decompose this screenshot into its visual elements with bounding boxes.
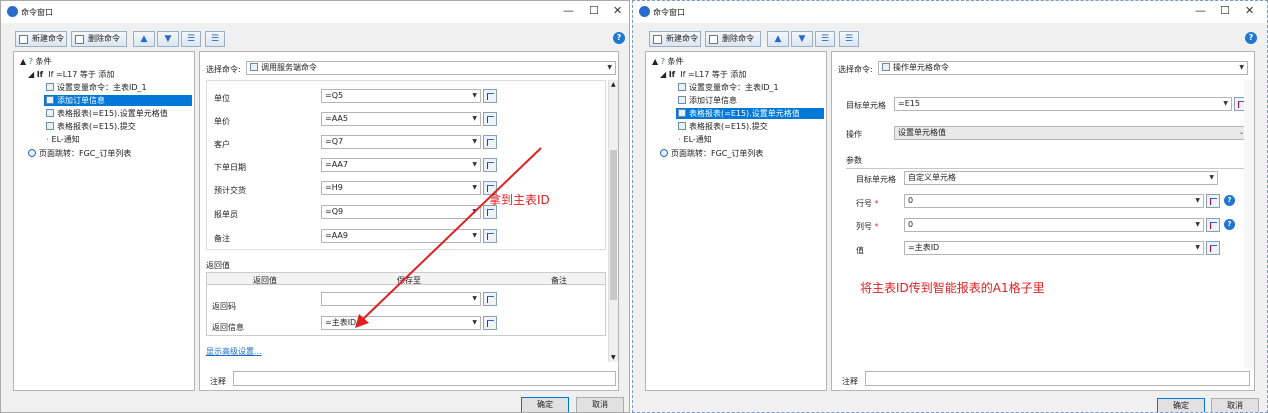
row-combo[interactable]: 0 ▼	[904, 194, 1204, 208]
variable-icon	[678, 83, 686, 91]
chevron-down-icon: ▼	[1223, 100, 1228, 107]
params-divider	[846, 168, 1246, 169]
window-title: 命令窗口	[653, 8, 685, 17]
required-mark: *	[874, 199, 879, 208]
arrow-up-icon: ▲	[774, 34, 782, 44]
maximize-icon[interactable]: ☐	[1220, 4, 1230, 18]
annotation-text: 将主表ID传到智能报表的A1格子里	[860, 281, 1045, 295]
formula-button[interactable]	[1206, 218, 1220, 232]
tree-node-submit[interactable]: 表格报表(=E15).提交	[676, 121, 771, 132]
delete-icon	[709, 35, 718, 44]
row-label: 行号 *	[856, 199, 879, 208]
minimize-icon[interactable]: —	[1195, 4, 1206, 18]
formula-button[interactable]	[1206, 194, 1220, 208]
new-icon	[653, 35, 662, 44]
sub-target-combo[interactable]: 自定义单元格 ▼	[904, 171, 1218, 185]
target-cell-combo[interactable]: =E15 ▼	[894, 97, 1232, 111]
globe-icon	[660, 149, 668, 157]
chevron-down-icon: ▼	[1195, 244, 1200, 251]
outdent-icon: ☰	[844, 34, 854, 44]
help-icon[interactable]: ?	[1224, 195, 1235, 206]
value-combo[interactable]: =主表ID ▼	[904, 241, 1204, 255]
note-label: 注释	[842, 377, 858, 386]
select-command-combo[interactable]: 操作单元格命令 ▼	[878, 61, 1248, 75]
tree-node-page-jump[interactable]: 页面跳转：FGC_订单列表	[658, 148, 766, 159]
indent-button[interactable]: ☰	[815, 31, 835, 47]
target-cell-label: 目标单元格	[846, 101, 886, 110]
note-input[interactable]	[865, 371, 1250, 386]
help-icon[interactable]: ?	[1245, 32, 1257, 44]
value-label: 值	[856, 246, 864, 255]
select-command-label: 选择命令:	[838, 65, 873, 74]
operation-combo[interactable]: 设置单元格值 ⌄	[894, 126, 1248, 140]
chevron-down-icon: ▼	[1195, 197, 1200, 204]
tree-node-set-variable[interactable]: 设置变量命令：主表ID_1	[676, 82, 782, 93]
outdent-button[interactable]: ☰	[839, 31, 859, 47]
move-down-button[interactable]: ▼	[791, 31, 813, 47]
params-title: 参数	[846, 156, 862, 165]
close-icon[interactable]: ✕	[1245, 4, 1254, 18]
col-label: 列号 *	[856, 222, 879, 231]
command-tree: ▲ ? 条件 ◢ If If =L17 等于 添加 设置变量命令：主表ID_1 …	[645, 51, 827, 391]
command-settings-panel: 选择命令: 操作单元格命令 ▼ 目标单元格 =E15 ▼ 操作 设置单元格值 ⌄ 参数…	[831, 51, 1255, 391]
annotation-text: 拿到主表ID	[489, 193, 550, 207]
server-command-icon	[678, 96, 686, 104]
delete-command-button[interactable]: 删除命令	[705, 31, 761, 47]
tree-node-if[interactable]: ◢ If If =L17 等于 添加	[658, 69, 749, 80]
question-icon: ?	[660, 57, 665, 66]
app-icon	[639, 6, 650, 17]
tree-node-condition[interactable]: ▲ ? 条件	[650, 56, 687, 67]
formula-button[interactable]	[1206, 241, 1220, 255]
table-icon	[678, 122, 686, 130]
move-up-button[interactable]: ▲	[767, 31, 789, 47]
chevron-down-icon: ▼	[1209, 174, 1214, 181]
tree-node-notify[interactable]: ⋅ EL-通知	[676, 134, 715, 145]
sub-target-label: 目标单元格	[856, 175, 896, 184]
tree-node-set-cell[interactable]: 表格报表(=E15).设置单元格值	[676, 108, 824, 119]
help-icon[interactable]: ?	[1224, 219, 1235, 230]
chevron-down-icon: ▼	[1239, 64, 1244, 71]
chevron-down-icon: ▼	[1195, 221, 1200, 228]
required-mark: *	[874, 222, 879, 231]
right-command-window: 命令窗口 — ☐ ✕ 新建命令 删除命令 ▲ ▼ ☰ ☰ ? ▲ ? 条件 ◢ …	[632, 0, 1268, 413]
table-icon	[882, 63, 890, 71]
col-combo[interactable]: 0 ▼	[904, 218, 1204, 232]
tree-node-add-order[interactable]: 添加订单信息	[676, 95, 740, 106]
table-icon	[678, 109, 686, 117]
operation-label: 操作	[846, 130, 862, 139]
left-command-window: 命令窗口 — ☐ ✕ 新建命令 删除命令 ▲ ▼ ☰ ☰ ? ▲ ? 条件 ◢ …	[0, 0, 630, 413]
new-command-button[interactable]: 新建命令	[649, 31, 701, 47]
arrow-down-icon: ▼	[798, 34, 806, 44]
settings-scrollbar[interactable]	[1244, 80, 1254, 368]
title-bar[interactable]: 命令窗口 — ☐ ✕	[633, 1, 1267, 23]
indent-icon: ☰	[820, 34, 830, 44]
cancel-button[interactable]: 取消	[1211, 398, 1259, 412]
ok-button[interactable]: 确定	[1157, 398, 1205, 412]
bullet-icon: ⋅	[678, 135, 681, 144]
